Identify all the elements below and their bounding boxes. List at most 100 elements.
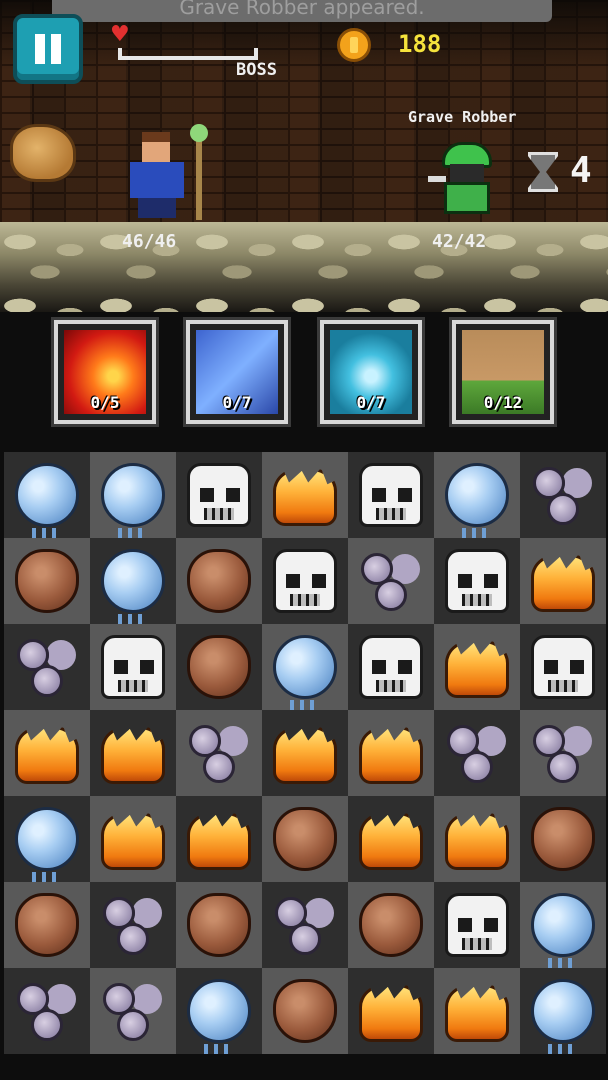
puzzle-board bbox=[4, 452, 606, 1054]
earth-gem-icon bbox=[273, 979, 337, 1043]
board-cell[interactable] bbox=[348, 538, 434, 624]
hero-sprite bbox=[118, 124, 218, 224]
fire-gem-icon bbox=[101, 726, 165, 784]
board-cell[interactable] bbox=[176, 452, 262, 538]
board-cell[interactable] bbox=[434, 710, 520, 796]
fire-gem-icon bbox=[273, 726, 337, 784]
stage-progress: ♥ BOSS bbox=[106, 24, 296, 84]
board-cell[interactable] bbox=[262, 710, 348, 796]
board-cell[interactable] bbox=[434, 624, 520, 710]
skill-ice[interactable]: 0/7 bbox=[183, 317, 291, 427]
board-cell[interactable] bbox=[90, 452, 176, 538]
board-cell[interactable] bbox=[4, 452, 90, 538]
board-cell[interactable] bbox=[4, 624, 90, 710]
skill-fire[interactable]: 0/5 bbox=[51, 317, 159, 427]
battle-notice: Grave Robber appeared. bbox=[52, 0, 552, 22]
water-gem-icon bbox=[531, 979, 595, 1054]
skill-bar: 0/5 0/7 0/7 0/12 bbox=[0, 312, 608, 440]
progress-tick bbox=[254, 48, 258, 60]
board-cell[interactable] bbox=[4, 882, 90, 968]
board-cell[interactable] bbox=[348, 452, 434, 538]
board-cell[interactable] bbox=[520, 538, 606, 624]
board-cell[interactable] bbox=[262, 624, 348, 710]
board-cell[interactable] bbox=[262, 452, 348, 538]
board-cell[interactable] bbox=[176, 624, 262, 710]
board-cell[interactable] bbox=[262, 538, 348, 624]
water-gem-icon bbox=[531, 893, 595, 968]
pause-button[interactable] bbox=[13, 14, 83, 84]
water-gem-icon bbox=[187, 979, 251, 1054]
board-cell[interactable] bbox=[176, 538, 262, 624]
board-cell[interactable] bbox=[176, 882, 262, 968]
fire-gem-icon bbox=[359, 984, 423, 1042]
board-cell[interactable] bbox=[176, 968, 262, 1054]
wind-gem-icon bbox=[187, 721, 251, 785]
board-cell[interactable] bbox=[434, 882, 520, 968]
board-cell[interactable] bbox=[262, 968, 348, 1054]
earth-gem-icon bbox=[187, 549, 251, 613]
board-cell[interactable] bbox=[4, 538, 90, 624]
board-cell[interactable] bbox=[176, 796, 262, 882]
water-gem-icon bbox=[15, 807, 79, 882]
board-cell[interactable] bbox=[348, 710, 434, 796]
skill-charge: 0/12 bbox=[483, 393, 523, 412]
battle-scene bbox=[0, 0, 608, 312]
board-cell[interactable] bbox=[90, 882, 176, 968]
board-cell[interactable] bbox=[434, 538, 520, 624]
board-cell[interactable] bbox=[348, 796, 434, 882]
earth-gem-icon bbox=[15, 549, 79, 613]
cobblestone-floor bbox=[0, 222, 608, 312]
board-cell[interactable] bbox=[262, 796, 348, 882]
board-cell[interactable] bbox=[520, 796, 606, 882]
skull-gem-icon bbox=[445, 893, 509, 957]
water-gem-icon bbox=[101, 463, 165, 538]
skull-gem-icon bbox=[531, 635, 595, 699]
fire-gem-icon bbox=[187, 812, 251, 870]
turn-counter: 4 bbox=[570, 150, 592, 191]
skill-wind[interactable]: 0/7 bbox=[317, 317, 425, 427]
board-cell[interactable] bbox=[176, 710, 262, 796]
board-cell[interactable] bbox=[434, 452, 520, 538]
skill-charge: 0/7 bbox=[356, 393, 386, 412]
skull-gem-icon bbox=[187, 463, 251, 527]
fire-gem-icon bbox=[445, 984, 509, 1042]
board-cell[interactable] bbox=[348, 968, 434, 1054]
board-cell[interactable] bbox=[90, 538, 176, 624]
board-cell[interactable] bbox=[520, 882, 606, 968]
board-cell[interactable] bbox=[262, 882, 348, 968]
board-cell[interactable] bbox=[348, 882, 434, 968]
skull-gem-icon bbox=[359, 463, 423, 527]
skill-earth[interactable]: 0/12 bbox=[449, 317, 557, 427]
enemy-name: Grave Robber bbox=[408, 108, 517, 126]
water-gem-icon bbox=[101, 549, 165, 624]
wind-gem-icon bbox=[531, 463, 595, 527]
board-cell[interactable] bbox=[90, 796, 176, 882]
earth-gem-icon bbox=[273, 807, 337, 871]
enemy-sprite bbox=[428, 142, 508, 222]
board-cell[interactable] bbox=[520, 452, 606, 538]
water-gem-icon bbox=[445, 463, 509, 538]
board-cell[interactable] bbox=[4, 710, 90, 796]
board-cell[interactable] bbox=[520, 968, 606, 1054]
wind-gem-icon bbox=[15, 635, 79, 699]
board-cell[interactable] bbox=[348, 624, 434, 710]
board-cell[interactable] bbox=[4, 968, 90, 1054]
fire-gem-icon bbox=[445, 640, 509, 698]
enemy-hp: 42/42 bbox=[432, 231, 487, 252]
board-cell[interactable] bbox=[90, 710, 176, 796]
board-cell[interactable] bbox=[520, 710, 606, 796]
earth-gem-icon bbox=[15, 893, 79, 957]
board-cell[interactable] bbox=[90, 968, 176, 1054]
board-cell[interactable] bbox=[4, 796, 90, 882]
coin-count: 188 bbox=[398, 30, 442, 58]
item-bag-icon[interactable] bbox=[10, 124, 76, 182]
board-cell[interactable] bbox=[434, 796, 520, 882]
board-cell[interactable] bbox=[520, 624, 606, 710]
wind-gem-icon bbox=[445, 721, 509, 785]
board-cell[interactable] bbox=[90, 624, 176, 710]
board-cell[interactable] bbox=[434, 968, 520, 1054]
fire-gem-icon bbox=[15, 726, 79, 784]
wind-gem-icon bbox=[531, 721, 595, 785]
progress-tick bbox=[118, 48, 122, 60]
skull-gem-icon bbox=[273, 549, 337, 613]
